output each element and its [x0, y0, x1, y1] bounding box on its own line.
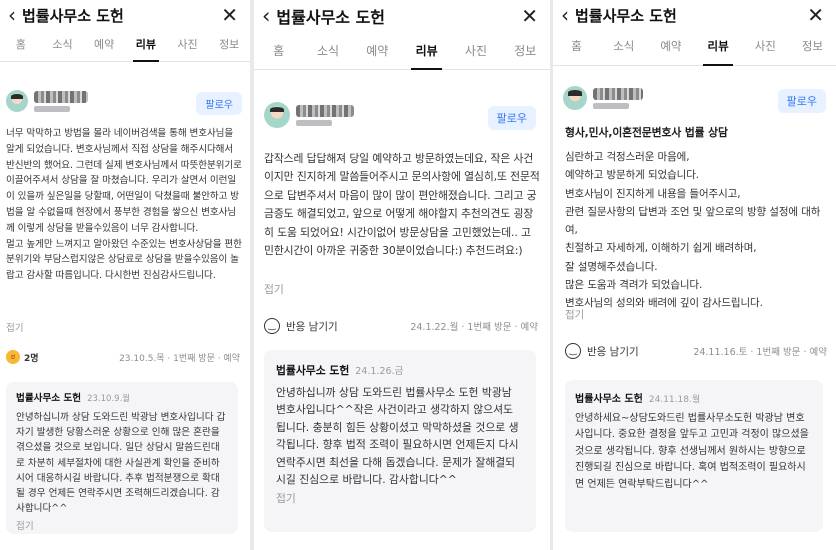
smile-icon: ‿ [565, 343, 581, 359]
tab-info[interactable]: 정보 [208, 36, 250, 61]
tab-home[interactable]: 홈 [254, 42, 303, 69]
tab-news[interactable]: 소식 [303, 42, 352, 69]
reply-author: 법률사무소 도헌 [16, 393, 82, 404]
avatar [563, 86, 587, 110]
review-panel-3: ‹ 법률사무소 도헌 ✕ 홈 소식 예약 리뷰 사진 정보 팔로우 형사,민사,… [553, 0, 836, 550]
avatar [264, 102, 290, 128]
page-title: 법률사무소 도헌 [276, 8, 386, 27]
tab-photos[interactable]: 사진 [451, 42, 500, 69]
reaction-summary[interactable]: ಠ 2명 [6, 350, 39, 364]
fold-link[interactable]: 접기 [565, 307, 584, 322]
tab-bar: 홈 소식 예약 리뷰 사진 정보 [553, 38, 836, 66]
reply-text: 안녕하세요~상담도와드린 법률사무소도헌 박광남 변호사입니다. 중요한 결정을… [575, 413, 809, 490]
reaction-emoji-icon: ಠ [6, 350, 20, 364]
reply-fold-link[interactable]: 접기 [276, 490, 524, 506]
tab-booking[interactable]: 예약 [353, 42, 402, 69]
header-bar: ‹ 법률사무소 도헌 ✕ [0, 4, 250, 26]
back-arrow-icon[interactable]: ‹ [8, 5, 16, 25]
reaction-label: 반응 남기기 [587, 345, 639, 358]
reply-fold-link[interactable]: 접기 [16, 518, 228, 532]
reaction-count: 2명 [24, 353, 39, 364]
owner-reply: 법률사무소 도헌 24.1.26.금 안녕하십니까 상담 도와드린 법률사무소 … [264, 350, 536, 532]
page-title: 법률사무소 도헌 [575, 6, 677, 25]
visit-info: 24.11.16.토 · 1번째 방문 · 예약 [693, 347, 827, 358]
reply-header: 법률사무소 도헌 24.1.26.금 [276, 362, 524, 378]
review-text: 심란하고 걱정스러운 마음에, 예약하고 방문하게 되었습니다. 변호사님이 진… [565, 151, 821, 310]
reviewer-info[interactable] [6, 90, 88, 112]
reviewer-stats-blurred [296, 119, 332, 126]
tab-news[interactable]: 소식 [42, 36, 84, 61]
close-icon[interactable]: ✕ [521, 6, 538, 26]
review-meta: ‿ 반응 남기기 24.1.22.월 · 1번째 방문 · 예약 [264, 318, 538, 334]
tab-booking[interactable]: 예약 [647, 38, 694, 65]
reply-author: 법률사무소 도헌 [575, 394, 643, 405]
avatar [6, 90, 28, 112]
reply-header: 법률사무소 도헌 24.11.18.월 [575, 390, 813, 405]
close-icon[interactable]: ✕ [807, 5, 824, 25]
owner-reply: 법률사무소 도헌 24.11.18.월 안녕하세요~상담도와드린 법률사무소도헌… [565, 380, 823, 532]
reaction-button[interactable]: ‿ 반응 남기기 [565, 343, 639, 359]
header-bar: ‹ 법률사무소 도헌 ✕ [553, 4, 836, 26]
fold-link[interactable]: 접기 [264, 281, 284, 297]
tab-reviews[interactable]: 리뷰 [695, 38, 742, 66]
back-arrow-icon[interactable]: ‹ [262, 5, 270, 27]
reply-text: 안녕하십니까 상담 도와드린 법률사무소 도헌 박광남 변호사입니다^^작은 사… [276, 386, 519, 487]
smile-icon: ‿ [264, 318, 280, 334]
reviewer-info[interactable] [563, 86, 643, 110]
reply-author: 법률사무소 도헌 [276, 364, 350, 377]
tab-bar: 홈 소식 예약 리뷰 사진 정보 [254, 42, 550, 70]
reviewer-info[interactable] [264, 102, 354, 128]
reviewer-stats-blurred [34, 105, 70, 112]
follow-button[interactable]: 팔로우 [196, 92, 242, 115]
owner-reply: 법률사무소 도헌 23.10.9.월 안녕하십니까 상담 도와드린 박광남 변호… [6, 382, 238, 534]
review-meta: ‿ 반응 남기기 24.11.16.토 · 1번째 방문 · 예약 [565, 343, 827, 359]
header-bar: ‹ 법률사무소 도헌 ✕ [254, 4, 550, 28]
tab-photos[interactable]: 사진 [167, 36, 209, 61]
reaction-label: 반응 남기기 [286, 320, 338, 333]
reviewer-stats-blurred [593, 102, 629, 109]
review-text: 갑작스레 답답해져 당일 예약하고 방문하였는데요, 작은 사건이지만 진지하게… [264, 152, 540, 258]
tab-info[interactable]: 정보 [501, 42, 550, 69]
tab-reviews[interactable]: 리뷰 [125, 36, 167, 62]
review-meta: ಠ 2명 23.10.5.목 · 1번째 방문 · 예약 [6, 350, 240, 364]
follow-button[interactable]: 팔로우 [487, 106, 536, 130]
tab-photos[interactable]: 사진 [742, 38, 789, 65]
reply-header: 법률사무소 도헌 23.10.9.월 [16, 390, 228, 404]
reply-date: 24.1.26.금 [355, 366, 404, 377]
follow-button[interactable]: 팔로우 [777, 89, 826, 113]
fold-link[interactable]: 접기 [6, 320, 24, 334]
page-title: 법률사무소 도헌 [22, 6, 124, 25]
close-icon[interactable]: ✕ [221, 5, 238, 25]
reply-date: 24.11.18.월 [648, 395, 701, 405]
tab-bar: 홈 소식 예약 리뷰 사진 정보 [0, 36, 250, 62]
reviewer-name-blurred [34, 90, 88, 103]
tab-home[interactable]: 홈 [0, 36, 42, 61]
reviewer-name-blurred [593, 87, 643, 100]
review-panel-1: ‹ 법률사무소 도헌 ✕ 홈 소식 예약 리뷰 사진 정보 팔로우 너무 막막하… [0, 0, 250, 550]
review-text: 너무 막막하고 방법을 몰라 네이버검색을 통해 변호사님을 알게 되었습니다.… [6, 128, 242, 282]
reviewer-name-blurred [296, 104, 354, 117]
tab-info[interactable]: 정보 [789, 38, 836, 65]
back-arrow-icon[interactable]: ‹ [561, 5, 569, 25]
review-panel-2: ‹ 법률사무소 도헌 ✕ 홈 소식 예약 리뷰 사진 정보 팔로우 갑작스레 답… [254, 0, 550, 550]
reply-text: 안녕하십니까 상담 도와드린 박광남 변호사입니다 갑자기 발생한 당황스러운 … [16, 412, 226, 515]
tab-home[interactable]: 홈 [553, 38, 600, 65]
tab-booking[interactable]: 예약 [83, 36, 125, 61]
visit-info: 23.10.5.목 · 1번째 방문 · 예약 [119, 353, 240, 364]
reaction-button[interactable]: ‿ 반응 남기기 [264, 318, 338, 334]
review-headline: 형사,민사,이혼전문변호사 법률 상담 [565, 126, 728, 139]
tab-news[interactable]: 소식 [600, 38, 647, 65]
reply-date: 23.10.9.월 [87, 394, 131, 404]
visit-info: 24.1.22.월 · 1번째 방문 · 예약 [410, 322, 538, 333]
tab-reviews[interactable]: 리뷰 [402, 42, 451, 70]
